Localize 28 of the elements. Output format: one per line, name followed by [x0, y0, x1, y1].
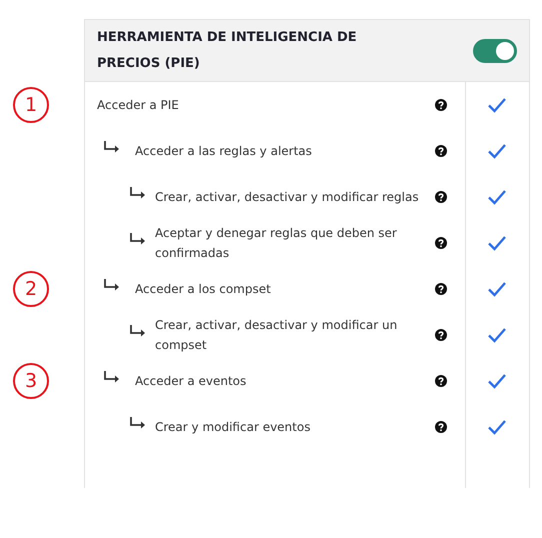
section-title: HERRAMIENTA DE INTELIGENCIA DE PRECIOS (PIE) [97, 28, 358, 72]
arrow-icon [103, 279, 121, 291]
permission-label: Acceder a las reglas y alertas [135, 143, 313, 160]
arrow-icon [103, 371, 121, 383]
annotation-number: 3 [13, 363, 49, 399]
arrow-icon [129, 417, 147, 429]
help-icon[interactable] [435, 99, 447, 111]
arrow-icon [129, 187, 147, 199]
annotation-number: 2 [13, 271, 49, 307]
permission-label: Crear, activar, desactivar y modificar reglas [155, 189, 420, 206]
annotation-number: 1 [13, 87, 49, 123]
help-icon[interactable] [435, 191, 447, 203]
permission-label: Crear y modificar eventos [155, 419, 312, 436]
help-icon[interactable] [435, 375, 447, 387]
arrow-icon [129, 325, 147, 337]
arrow-icon [103, 141, 121, 153]
help-icon[interactable] [435, 283, 447, 295]
permission-label: Crear, activar, desactivar y modificar un compset [155, 317, 398, 354]
help-icon[interactable] [435, 329, 447, 341]
help-icon[interactable] [435, 421, 447, 433]
help-icon[interactable] [435, 237, 447, 249]
permission-label: Aceptar y denegar reglas que deben ser confirmadas [155, 225, 398, 262]
toggle-switch[interactable] [473, 38, 517, 62]
permission-label: Acceder a PIE [97, 97, 180, 114]
arrow-icon [129, 233, 147, 245]
permission-label: Acceder a los compset [135, 281, 272, 298]
permission-label: Acceder a eventos [135, 373, 248, 390]
help-icon[interactable] [435, 145, 447, 157]
